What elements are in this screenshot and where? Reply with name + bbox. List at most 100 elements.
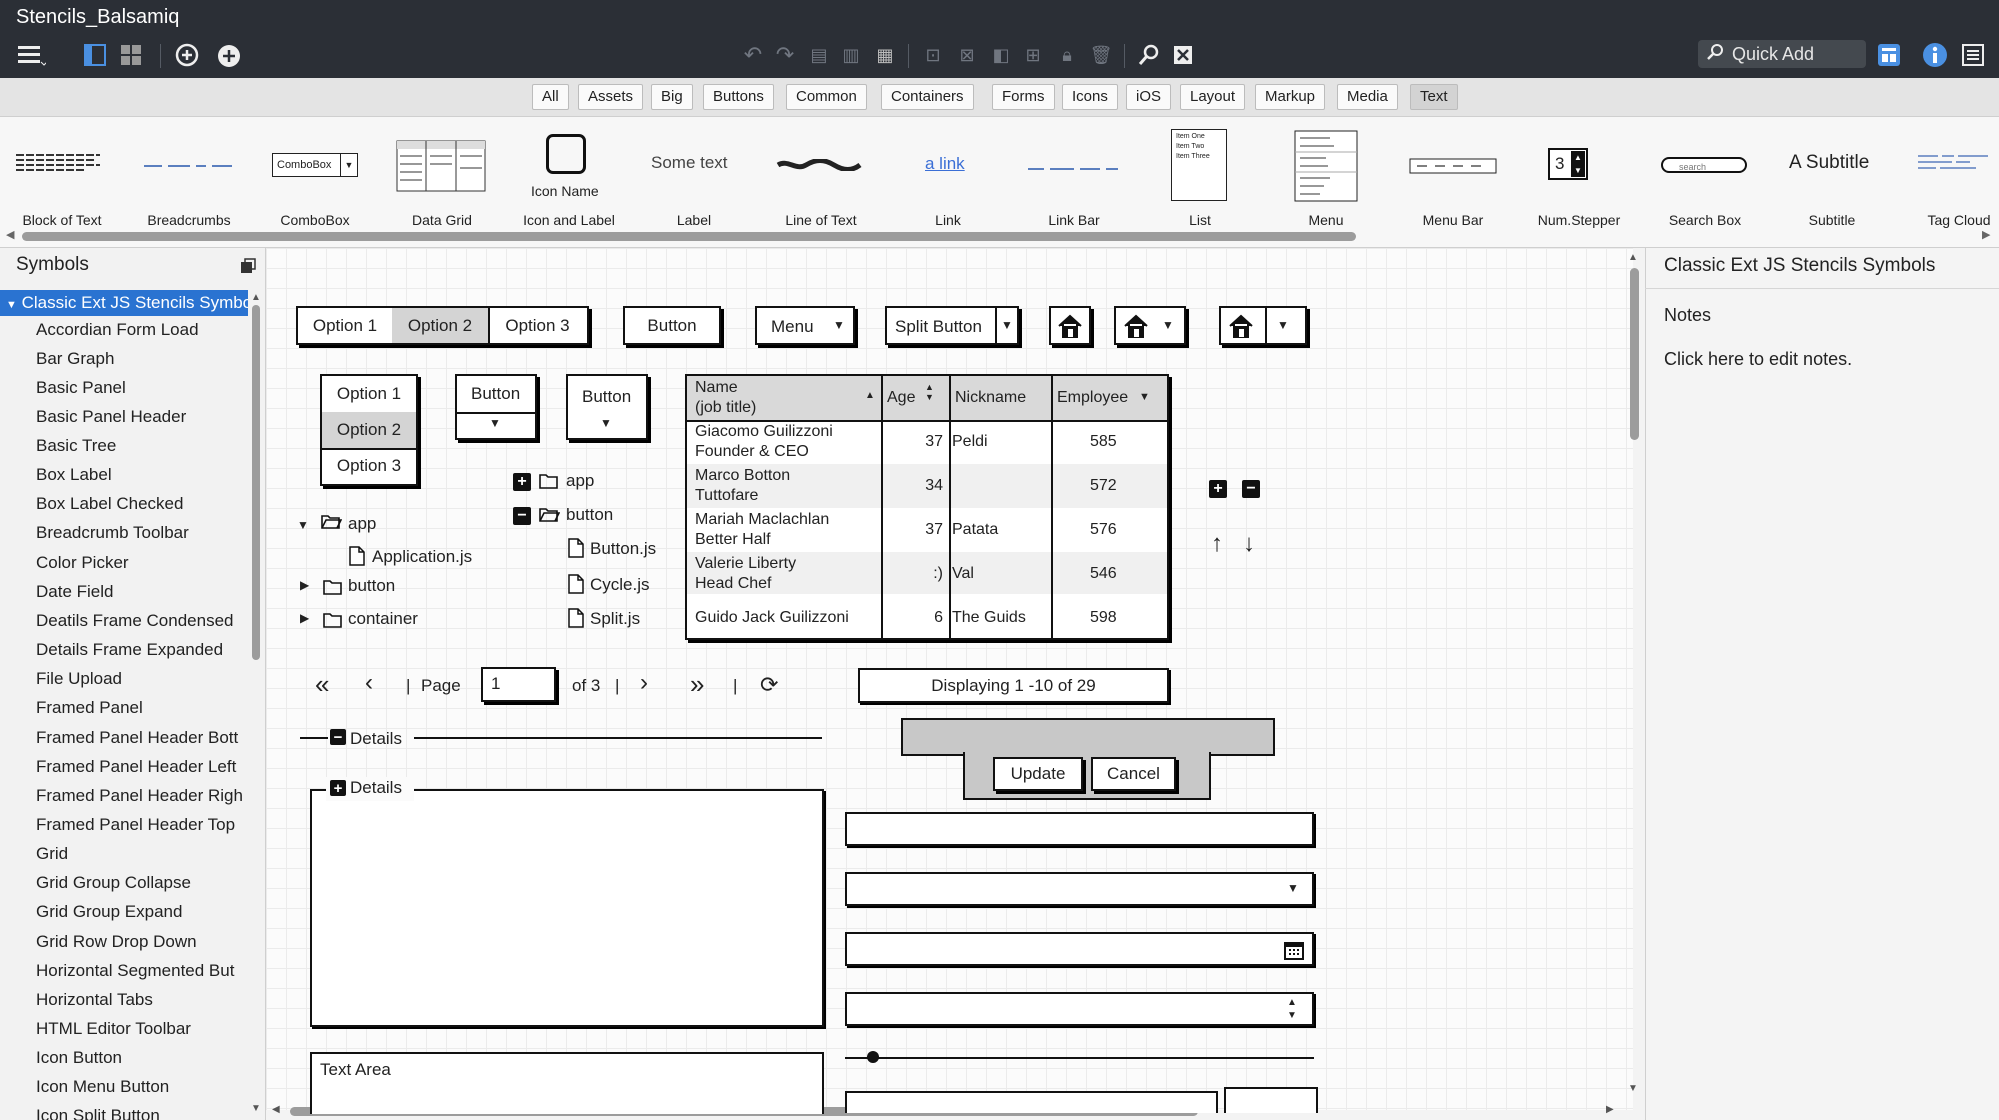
menu-bar-preview[interactable]	[1409, 158, 1497, 179]
data-grid-preview[interactable]	[396, 140, 486, 197]
line-of-text-preview[interactable]	[776, 158, 862, 176]
tag-cloud-preview[interactable]	[1916, 152, 1996, 177]
tree-node-container[interactable]: container	[348, 609, 418, 629]
trash-icon[interactable]: 🗑︎	[1086, 40, 1116, 70]
collapse-panel-icon[interactable]	[239, 257, 257, 280]
number-field[interactable]: ▲ ▼	[845, 992, 1314, 1026]
scroll-down-icon[interactable]: ▼	[251, 1103, 261, 1114]
tree-node-file[interactable]: Split.js	[590, 609, 640, 629]
tree-node-button[interactable]: button	[566, 505, 613, 525]
segment-option-2[interactable]: Option 2	[392, 308, 490, 343]
symbol-item[interactable]: Bar Graph	[36, 349, 246, 369]
symbol-item[interactable]: Color Picker	[36, 553, 246, 573]
combobox-preview[interactable]: ComboBox ▼	[272, 153, 358, 177]
symbol-item[interactable]: Grid Group Expand	[36, 902, 246, 922]
symbol-item[interactable]: HTML Editor Toolbar	[36, 1019, 246, 1039]
cancel-button[interactable]: Cancel	[1091, 757, 1176, 791]
page-number-input[interactable]: 1	[481, 667, 556, 702]
symbol-item[interactable]: Framed Panel Header Top	[36, 815, 246, 835]
library-item-menu-bar[interactable]: Menu Bar	[1393, 212, 1513, 228]
scroll-up-icon[interactable]: ▲	[1628, 252, 1638, 263]
symbol-item[interactable]: Basic Panel Header	[36, 407, 246, 427]
single-view-icon[interactable]	[80, 40, 110, 70]
tree-node-file[interactable]: Button.js	[590, 539, 656, 559]
tree-node-file[interactable]: Cycle.js	[590, 575, 650, 595]
list-preview[interactable]: Item One Item Two Item Three	[1171, 129, 1227, 201]
filter-assets[interactable]: Assets	[578, 84, 644, 110]
hamburger-menu-icon[interactable]	[16, 40, 46, 70]
fullscreen-icon[interactable]	[1168, 40, 1198, 70]
slider-track[interactable]	[845, 1057, 1314, 1059]
scroll-left-icon[interactable]: ◀	[6, 228, 14, 241]
refresh-icon[interactable]: ⟳	[760, 672, 778, 698]
ungroup-icon[interactable]: ⊠	[952, 40, 982, 70]
symbol-item[interactable]: Grid Group Collapse	[36, 873, 246, 893]
library-item-num-stepper[interactable]: Num.Stepper	[1519, 212, 1639, 228]
symbol-item[interactable]: Horizontal Segmented But	[36, 961, 246, 981]
filter-common[interactable]: Common	[786, 84, 867, 110]
symbol-item[interactable]: Box Label Checked	[36, 494, 246, 514]
label-preview[interactable]: Some text	[651, 153, 728, 173]
library-item-link[interactable]: Link	[888, 212, 1008, 228]
filter-buttons[interactable]: Buttons	[703, 84, 774, 110]
search-icon[interactable]	[1134, 40, 1164, 70]
filter-big[interactable]: Big	[651, 84, 693, 110]
segment-option-1[interactable]: Option 1	[298, 308, 394, 343]
symbols-tree-root[interactable]: ▼ Classic Ext JS Stencils Symbols	[0, 290, 248, 316]
text-area[interactable]: Text Area	[310, 1052, 824, 1114]
icon-button[interactable]	[1049, 306, 1091, 345]
library-item-combobox[interactable]: ComboBox	[255, 212, 375, 228]
library-item-breadcrumbs[interactable]: Breadcrumbs	[129, 212, 249, 228]
grid-header-employee[interactable]: Employee	[1057, 388, 1128, 408]
library-item-block-of-text[interactable]: Block of Text	[2, 212, 122, 228]
upload-cloud-icon[interactable]	[214, 40, 244, 70]
file-upload-field[interactable]	[845, 1091, 1218, 1113]
properties-panel-icon[interactable]	[1958, 40, 1988, 70]
library-scrollbar[interactable]	[22, 232, 1356, 241]
symbol-item[interactable]: Grid	[36, 844, 246, 864]
filter-markup[interactable]: Markup	[1255, 84, 1326, 110]
tree-node-app[interactable]: app	[348, 514, 376, 534]
num-stepper-preview[interactable]: 3 ▲ ▼	[1548, 148, 1588, 180]
symbol-item[interactable]: Details Frame Expanded	[36, 640, 246, 660]
library-item-link-bar[interactable]: Link Bar	[1014, 212, 1134, 228]
quick-add-input[interactable]: Quick Add	[1698, 40, 1866, 68]
expand-plus-icon[interactable]: +	[330, 780, 346, 797]
icon-and-label-preview[interactable]	[546, 134, 586, 174]
grid-header-nickname[interactable]: Nickname	[955, 388, 1026, 408]
bring-forward-icon[interactable]: ◧	[986, 40, 1016, 70]
text-field[interactable]	[845, 812, 1314, 846]
block-of-text-preview[interactable]	[16, 152, 102, 181]
filter-ios[interactable]: iOS	[1126, 84, 1172, 110]
symbol-item[interactable]: Grid Row Drop Down	[36, 932, 246, 952]
search-box-preview[interactable]: search	[1661, 157, 1747, 173]
filter-containers[interactable]: Containers	[881, 84, 974, 110]
library-item-tag-cloud[interactable]: Tag Cloud	[1899, 212, 1999, 228]
library-item-data-grid[interactable]: Data Grid	[382, 212, 502, 228]
wireframe-button[interactable]: Button	[623, 306, 721, 345]
collapsed-arrow-icon[interactable]: ▶	[300, 611, 309, 625]
symbol-item[interactable]: Box Label	[36, 465, 246, 485]
symbols-scrollbar[interactable]	[252, 305, 260, 660]
next-page-icon[interactable]: ›	[640, 669, 648, 697]
grid-header-name[interactable]: Name (job title)	[695, 378, 756, 418]
collapse-minus-icon[interactable]: −	[330, 729, 346, 746]
tree-node-app[interactable]: app	[566, 471, 594, 491]
group-icon[interactable]: ⊡	[918, 40, 948, 70]
link-bar-preview[interactable]	[1028, 160, 1120, 178]
prev-page-icon[interactable]: ‹	[365, 669, 373, 697]
collapsed-arrow-icon[interactable]: ▶	[300, 578, 309, 592]
symbol-item[interactable]: Basic Tree	[36, 436, 246, 456]
symbol-item[interactable]: Icon Split Button	[36, 1106, 246, 1120]
notes-editor[interactable]: Click here to edit notes.	[1664, 349, 1852, 370]
library-item-search-box[interactable]: Search Box	[1645, 212, 1765, 228]
move-down-icon[interactable]: ↓	[1243, 530, 1255, 558]
scroll-left-icon[interactable]: ◀	[272, 1104, 280, 1115]
library-item-label[interactable]: Label	[634, 212, 754, 228]
filter-icons[interactable]: Icons	[1062, 84, 1118, 110]
symbol-item[interactable]: Framed Panel Header Righ	[36, 786, 246, 806]
symbol-item[interactable]: Framed Panel Header Bott	[36, 728, 246, 748]
last-page-icon[interactable]: »	[690, 669, 704, 700]
symbol-item[interactable]: Accordian Form Load	[36, 320, 246, 340]
segment-option-3[interactable]: Option 3	[488, 308, 587, 343]
